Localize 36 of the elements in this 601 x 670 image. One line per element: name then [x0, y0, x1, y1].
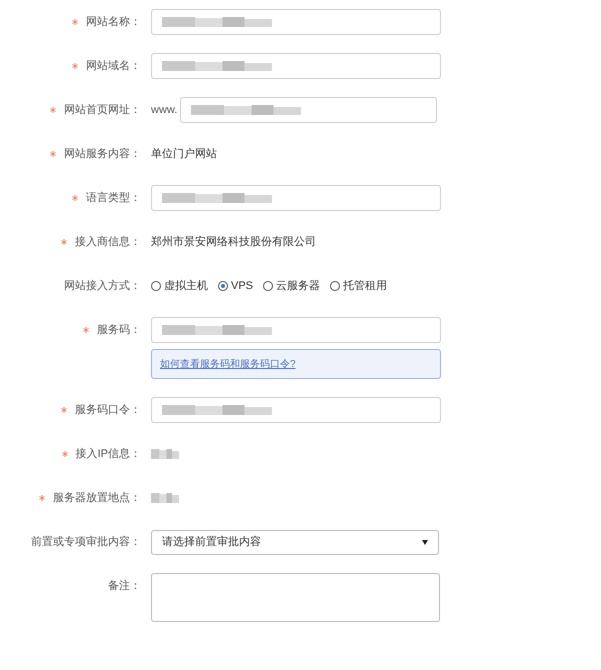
field-label: 网站域名：: [86, 58, 141, 74]
field-label: 服务码口令：: [75, 402, 141, 418]
radio-button[interactable]: [218, 281, 228, 291]
url-prefix: www.: [151, 102, 178, 118]
text-input-field[interactable]: [151, 53, 441, 79]
radio-button[interactable]: [151, 281, 161, 291]
help-link[interactable]: 如何查看服务码和服务码口令?: [160, 356, 296, 372]
radio-option[interactable]: 托管租用: [330, 278, 388, 294]
text-input-field[interactable]: [180, 97, 438, 123]
text-input-field[interactable]: [151, 185, 441, 211]
redacted-value-drawing: [151, 493, 179, 503]
field-value: 单位门户网站: [151, 146, 217, 162]
field-label: 网站名称：: [86, 14, 141, 30]
radio-option[interactable]: 虚拟主机: [151, 278, 208, 294]
field-label: 服务器放置地点：: [53, 490, 141, 506]
text-input-field[interactable]: [151, 397, 441, 423]
redacted-value-drawing: [151, 449, 179, 459]
text-input-field[interactable]: [151, 317, 441, 343]
field-value: 郑州市景安网络科技股份有限公司: [151, 234, 316, 250]
caret-icon: [422, 540, 428, 544]
text-input-field[interactable]: [151, 9, 441, 35]
radio-button[interactable]: [263, 281, 274, 291]
field-label: 网站服务内容：: [64, 146, 141, 162]
notes-textarea[interactable]: [151, 573, 440, 622]
radio-option[interactable]: VPS: [218, 278, 254, 294]
field-label: 网站首页网址：: [64, 102, 141, 118]
field-label: 前置或专项审批内容：: [31, 534, 141, 550]
field-label: 语言类型：: [86, 190, 141, 206]
field-label: 接入IP信息：: [76, 446, 141, 462]
radio-button[interactable]: [330, 281, 340, 291]
field-label: 备注：: [108, 578, 141, 594]
field-label: 网站接入方式：: [64, 278, 141, 294]
radio-option[interactable]: 云服务器: [263, 278, 320, 294]
field-label: 服务码：: [97, 322, 141, 338]
field-label: 接入商信息：: [75, 234, 141, 250]
dropdown-select[interactable]: 请选择前置审批内容: [151, 530, 439, 554]
